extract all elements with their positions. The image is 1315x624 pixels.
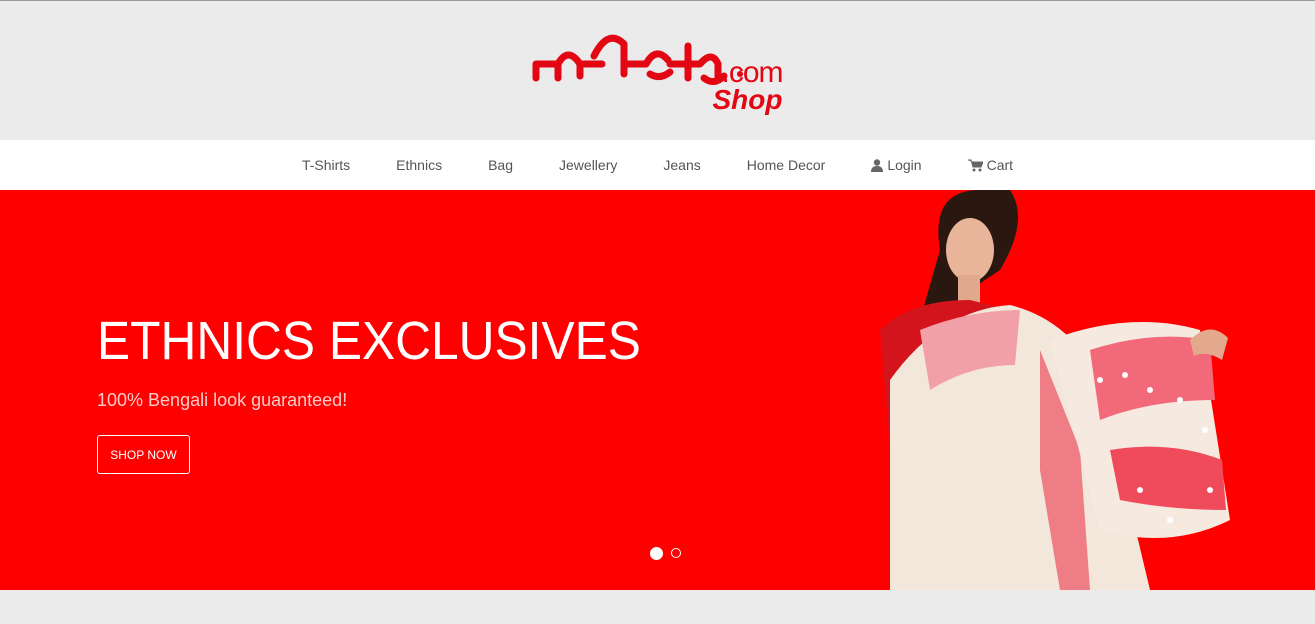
cart-icon bbox=[967, 159, 983, 172]
hero-title: ETHNICS EXCLUSIVES bbox=[97, 311, 641, 371]
main-navigation: T-Shirts Ethnics Bag Jewellery Jeans Hom… bbox=[0, 140, 1315, 190]
hero-model-image bbox=[880, 190, 1230, 590]
nav-label: Jewellery bbox=[559, 157, 618, 173]
nav-label: Login bbox=[887, 157, 922, 173]
nav-item-login[interactable]: Login bbox=[871, 157, 922, 173]
shop-now-button[interactable]: SHOP NOW bbox=[97, 435, 190, 474]
nav-item-jewellery[interactable]: Jewellery bbox=[559, 157, 617, 173]
site-header: .com Shop bbox=[0, 1, 1315, 140]
nav-item-ethnics[interactable]: Ethnics bbox=[396, 157, 442, 173]
user-icon bbox=[871, 158, 884, 172]
nav-item-bag[interactable]: Bag bbox=[488, 157, 513, 173]
nav-item-jeans[interactable]: Jeans bbox=[663, 157, 700, 173]
logo-shop-text: Shop bbox=[712, 83, 783, 115]
carousel-dot-1[interactable] bbox=[650, 547, 663, 560]
nav-item-home-decor[interactable]: Home Decor bbox=[747, 157, 826, 173]
nav-label: Home Decor bbox=[746, 157, 826, 173]
nav-label: Ethnics bbox=[396, 157, 443, 173]
nav-label: T-Shirts bbox=[301, 157, 351, 173]
hero-carousel: ETHNICS EXCLUSIVES 100% Bengali look gua… bbox=[0, 190, 1315, 590]
nav-item-tshirts[interactable]: T-Shirts bbox=[302, 157, 350, 173]
hero-subtitle: 100% Bengali look guaranteed! bbox=[97, 390, 348, 410]
nav-label: Jeans bbox=[663, 157, 701, 173]
carousel-dot-2[interactable] bbox=[671, 548, 681, 558]
nav-item-cart[interactable]: Cart bbox=[967, 157, 1014, 173]
nav-label: Bag bbox=[488, 157, 514, 173]
site-logo[interactable]: .com Shop bbox=[528, 16, 788, 126]
nav-label: Cart bbox=[986, 157, 1014, 173]
carousel-indicators bbox=[650, 547, 681, 560]
